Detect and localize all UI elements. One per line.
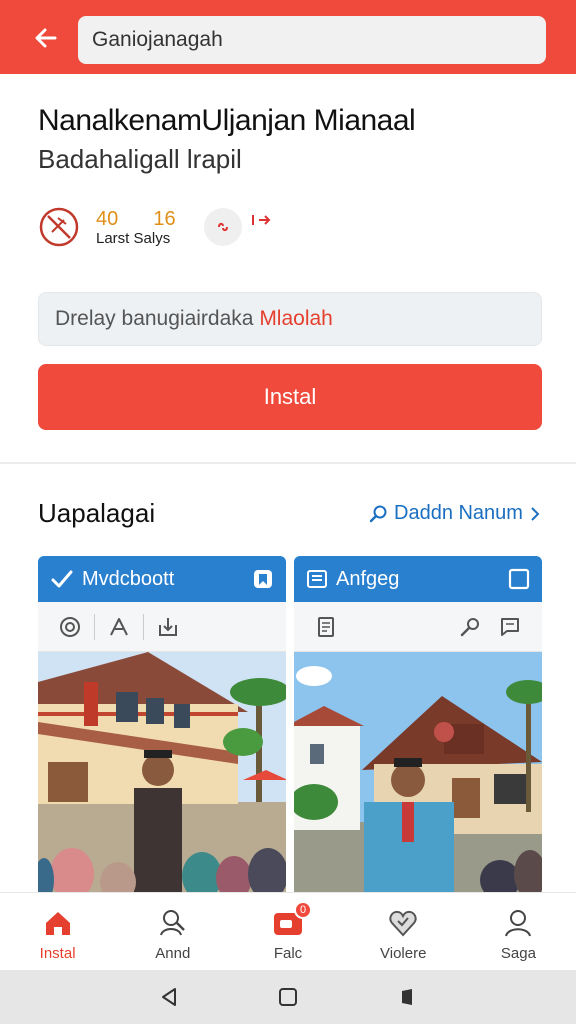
info-highlight: Mlaolah (259, 307, 333, 330)
stat-label-salys: Salys (133, 230, 171, 247)
nav-item-violere[interactable]: Violere (346, 893, 461, 970)
bookmark-icon[interactable] (252, 568, 274, 590)
app-stats: 40 16 Larst Salys (38, 206, 298, 250)
stat-labels: Larst Salys (96, 230, 170, 247)
nav-item-instal[interactable]: Instal (0, 893, 115, 970)
system-back-button[interactable] (154, 982, 184, 1012)
info-text: Drelay banugiairdaka (55, 307, 254, 330)
card-toolbar (38, 602, 286, 652)
comment-tool-button[interactable] (490, 607, 530, 647)
search-input[interactable]: Ganiojanagah (78, 16, 546, 64)
search-icon (460, 617, 479, 636)
stat-value-salys: 16 (153, 208, 176, 230)
search-tool-button[interactable] (450, 607, 490, 647)
nav-item-falc[interactable]: 0 Falc (230, 893, 345, 970)
screenshot-image-2 (294, 652, 542, 896)
nav-label: Violere (380, 945, 427, 962)
top-bar: Ganiojanagah (0, 0, 576, 74)
card-header: Anfgeg (294, 556, 542, 602)
heart-icon (389, 910, 417, 937)
target-tool-button[interactable] (50, 607, 90, 647)
system-home-button[interactable] (273, 982, 303, 1012)
system-navigation-bar (0, 970, 576, 1024)
download-tool-button[interactable] (148, 607, 188, 647)
stat-values: 40 16 (96, 208, 176, 231)
search-icon (369, 505, 387, 522)
section-divider (0, 462, 576, 464)
app-subtitle: Badahaligall lrapil (38, 144, 242, 174)
share-icon (110, 617, 128, 635)
section-see-all-link[interactable]: Daddn Nanum (368, 502, 541, 525)
link-icon (218, 222, 228, 232)
comment-icon (501, 617, 519, 636)
nav-label: Instal (39, 945, 76, 962)
back-arrow-icon (35, 28, 57, 48)
section-link-label: Daddn Nanum (394, 502, 523, 524)
document-icon (318, 616, 334, 637)
install-button[interactable]: Instal (38, 364, 542, 430)
document-tool-button[interactable] (306, 607, 346, 647)
section-title: Uapalagai (38, 498, 156, 528)
card-header-label: Mvdcboott (82, 567, 175, 590)
bottom-navigation: Instal Annd 0 Falc Violere Saga (0, 892, 576, 970)
stat-label-larst: Larst (96, 230, 130, 247)
download-icon (159, 617, 177, 636)
recents-icon (401, 989, 412, 1005)
list-icon (307, 570, 327, 588)
card-toolbar (294, 602, 542, 652)
home-square-icon (278, 988, 297, 1006)
nav-item-annd[interactable]: Annd (115, 893, 230, 970)
home-icon (45, 912, 70, 935)
app-detail-screen: Ganiojanagah NanalkenamUljanjan Mianaal … (0, 0, 576, 1024)
back-button[interactable] (26, 18, 66, 58)
check-icon (51, 570, 73, 588)
nav-label: Saga (500, 945, 536, 962)
info-field[interactable]: Drelay banugiairdaka Mlaolah (38, 292, 542, 346)
nav-label: Annd (155, 945, 191, 962)
tool-separator (94, 613, 95, 640)
profile-icon (505, 910, 532, 937)
chevron-right-icon (531, 506, 540, 521)
screenshot-card-1[interactable]: Mvdcboott (38, 556, 286, 896)
share-chip-button[interactable] (204, 208, 242, 246)
share-tool-button[interactable] (99, 607, 139, 647)
share-arrows-icon[interactable] (250, 212, 272, 233)
checkbox-icon[interactable] (508, 568, 530, 590)
video-icon-wrap: 0 (272, 901, 312, 939)
target-icon (60, 616, 80, 637)
nav-item-saga[interactable]: Saga (461, 893, 576, 970)
system-recents-button[interactable] (392, 982, 422, 1012)
no-ads-icon (39, 207, 79, 247)
people-search-icon (159, 910, 185, 936)
card-header: Mvdcboott (38, 556, 286, 602)
app-title: NanalkenamUljanjan Mianaal (38, 104, 416, 137)
tool-separator (143, 613, 144, 640)
nav-label: Falc (273, 945, 303, 962)
screenshot-card-2[interactable]: Anfgeg (294, 556, 542, 896)
stat-value-larst: 40 (96, 208, 119, 230)
notification-badge: 0 (294, 901, 312, 919)
back-triangle-icon (162, 988, 177, 1006)
card-header-label: Anfgeg (336, 567, 400, 590)
screenshot-image-1 (38, 652, 286, 896)
